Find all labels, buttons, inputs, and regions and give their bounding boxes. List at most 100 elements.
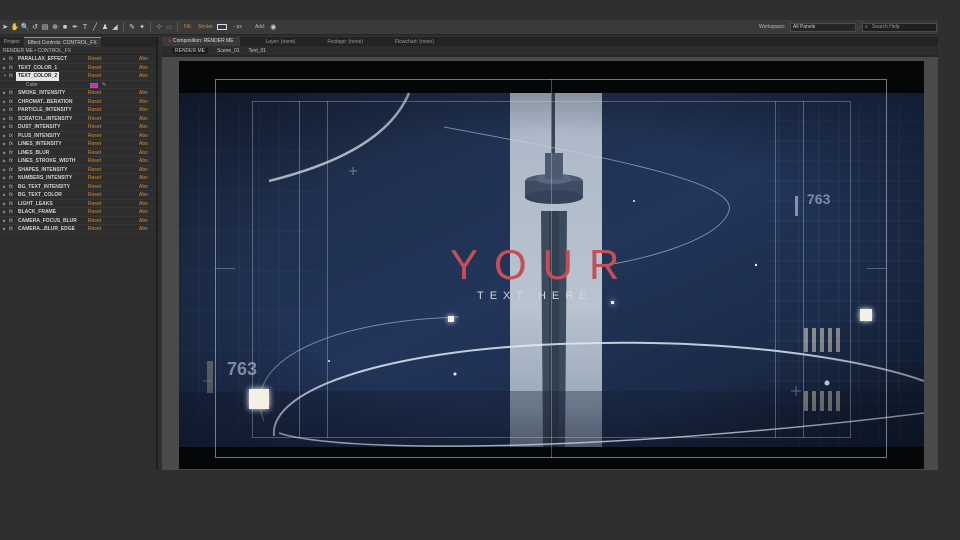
fx-icon[interactable]: fx — [9, 225, 13, 234]
fx-icon[interactable]: fx — [9, 72, 13, 81]
effect-name[interactable]: TEXT_COLOR_2 — [16, 72, 60, 81]
effect-about-link[interactable]: Abo — [139, 217, 148, 226]
twirl-toggle-icon[interactable]: ▶ — [3, 98, 6, 107]
eyedropper-icon[interactable]: ✎ — [102, 81, 106, 90]
effect-about-link[interactable]: Abo — [139, 225, 148, 234]
hand-tool-icon[interactable]: ✋ — [10, 22, 20, 33]
twirl-toggle-icon[interactable]: ▶ — [3, 217, 6, 226]
effect-row[interactable]: ▶ fx CAMERA...BLUR_EDGE Reset Abo — [0, 225, 156, 234]
pan-behind-tool-icon[interactable]: ⊕ — [50, 22, 60, 33]
fx-icon[interactable]: fx — [9, 183, 13, 192]
tab-effect-controls[interactable]: Effect Controls: CONTROL_FX — [23, 37, 101, 47]
effect-row[interactable]: ▶ fx NUMBERS_INTENSITY Reset Abo — [0, 174, 156, 183]
fx-icon[interactable]: fx — [9, 89, 13, 98]
effect-name[interactable]: CAMERA_FOCUS_BLUR — [18, 217, 77, 226]
fill-label[interactable]: Fill: — [184, 24, 192, 30]
breadcrumb-render-me[interactable]: RENDER ME — [172, 47, 209, 54]
fx-icon[interactable]: fx — [9, 191, 13, 200]
effect-reset-link[interactable]: Reset — [88, 191, 101, 200]
effect-reset-link[interactable]: Reset — [88, 149, 101, 158]
effect-about-link[interactable]: Abo — [139, 149, 148, 158]
effect-reset-link[interactable]: Reset — [88, 157, 101, 166]
stroke-width-value[interactable]: - px — [234, 24, 242, 30]
effect-name[interactable]: SHAPES_INTENSITY — [18, 166, 67, 175]
fx-icon[interactable]: fx — [9, 98, 13, 107]
color-swatch[interactable] — [90, 82, 98, 88]
camera-tool-icon[interactable]: ▤ — [40, 22, 50, 33]
roto-brush-tool-icon[interactable]: ✎ — [127, 22, 137, 33]
twirl-toggle-icon[interactable]: ▶ — [3, 115, 6, 124]
tab-composition[interactable]: ■ Composition: RENDER ME — [162, 37, 240, 46]
preview-subtitle-text[interactable]: TEXT HERE — [477, 290, 593, 302]
twirl-toggle-icon[interactable]: ▼ — [3, 72, 7, 81]
effect-row[interactable]: ▶ fx BG_TEXT_INTENSITY Reset Abo — [0, 183, 156, 192]
twirl-toggle-icon[interactable]: ▶ — [3, 106, 6, 115]
twirl-toggle-icon[interactable]: ▶ — [3, 149, 6, 158]
fx-icon[interactable]: fx — [9, 55, 13, 64]
effect-name[interactable]: TEXT_COLOR_1 — [18, 64, 57, 73]
effect-about-link[interactable]: Abo — [139, 200, 148, 209]
selection-tool-icon[interactable]: ➤ — [0, 22, 10, 33]
effect-row[interactable]: ▶ fx LINES_STROKE_WIDTH Reset Abo — [0, 157, 156, 166]
twirl-toggle-icon[interactable]: ▶ — [3, 55, 6, 64]
effect-about-link[interactable]: Abo — [139, 64, 148, 73]
effect-about-link[interactable]: Abo — [139, 98, 148, 107]
effect-row[interactable]: ▶ fx CAMERA_FOCUS_BLUR Reset Abo — [0, 217, 156, 226]
fx-icon[interactable]: fx — [9, 157, 13, 166]
effect-row[interactable]: ▶ fx TEXT_COLOR_1 Reset Abo — [0, 64, 156, 73]
effect-name[interactable]: BLACK_FRAME — [18, 208, 56, 217]
workspace-select[interactable]: All Panels — [790, 23, 856, 32]
fx-icon[interactable]: fx — [9, 166, 13, 175]
effect-about-link[interactable]: Abo — [139, 123, 148, 132]
effect-name[interactable]: SMOKE_INTENSITY — [18, 89, 65, 98]
tab-footage[interactable]: Footage: (none) — [321, 39, 369, 45]
effect-reset-link[interactable]: Reset — [88, 225, 101, 234]
effect-name[interactable]: SCRATCH...INTENSITY — [18, 115, 72, 124]
twirl-toggle-icon[interactable]: ▶ — [3, 208, 6, 217]
twirl-toggle-icon[interactable]: ▶ — [3, 166, 6, 175]
effect-name[interactable]: DUST_INTENSITY — [18, 123, 61, 132]
eraser-tool-icon[interactable]: ◢ — [110, 22, 120, 33]
effect-reset-link[interactable]: Reset — [88, 132, 101, 141]
effect-row[interactable]: ▶ fx SMOKE_INTENSITY Reset Abo — [0, 89, 156, 98]
effect-reset-link[interactable]: Reset — [88, 166, 101, 175]
effect-reset-link[interactable]: Reset — [88, 106, 101, 115]
pen-tool-icon[interactable]: ✒ — [70, 22, 80, 33]
effect-row[interactable]: ▶ fx LIGHT_LEAKS Reset Abo — [0, 200, 156, 209]
effect-reset-link[interactable]: Reset — [88, 200, 101, 209]
brush-tool-icon[interactable]: ╱ — [90, 22, 100, 33]
effect-name[interactable]: CHROMAT...BERATION — [18, 98, 73, 107]
effect-about-link[interactable]: Abo — [139, 115, 148, 124]
effect-reset-link[interactable]: Reset — [88, 55, 101, 64]
effect-row[interactable]: ▶ fx PARALLAX_EFFECT Reset Abo — [0, 55, 156, 64]
breadcrumb-text[interactable]: Text_01 — [249, 48, 267, 54]
stroke-label[interactable]: Stroke: — [198, 24, 214, 30]
effect-row[interactable]: ▶ fx CHROMAT...BERATION Reset Abo — [0, 98, 156, 107]
stroke-color-swatch[interactable] — [216, 24, 227, 30]
effect-name[interactable]: CAMERA...BLUR_EDGE — [18, 225, 75, 234]
rotate-tool-icon[interactable]: ↺ — [30, 22, 40, 33]
fx-icon[interactable]: fx — [9, 106, 13, 115]
effect-about-link[interactable]: Abo — [139, 208, 148, 217]
twirl-toggle-icon[interactable]: ▶ — [3, 157, 6, 166]
fx-icon[interactable]: fx — [9, 64, 13, 73]
breadcrumb-scene[interactable]: Scene_01 — [217, 48, 240, 54]
tab-flowchart[interactable]: Flowchart: (none) — [389, 39, 440, 45]
twirl-toggle-icon[interactable]: ▶ — [3, 140, 6, 149]
effect-reset-link[interactable]: Reset — [88, 64, 101, 73]
twirl-toggle-icon[interactable]: ▶ — [3, 174, 6, 183]
effect-reset-link[interactable]: Reset — [88, 72, 101, 81]
twirl-toggle-icon[interactable]: ▶ — [3, 123, 6, 132]
effect-reset-link[interactable]: Reset — [88, 89, 101, 98]
effect-name[interactable]: BG_TEXT_COLOR — [18, 191, 62, 200]
effect-name[interactable]: BG_TEXT_INTENSITY — [18, 183, 70, 192]
effect-about-link[interactable]: Abo — [139, 132, 148, 141]
effect-reset-link[interactable]: Reset — [88, 115, 101, 124]
twirl-toggle-icon[interactable]: ▶ — [3, 191, 6, 200]
twirl-toggle-icon[interactable]: ▶ — [3, 225, 6, 234]
effect-row[interactable]: ▶ fx BLACK_FRAME Reset Abo — [0, 208, 156, 217]
effect-name[interactable]: LINES_STROKE_WIDTH — [18, 157, 76, 166]
twirl-toggle-icon[interactable]: ▶ — [3, 132, 6, 141]
effect-about-link[interactable]: Abo — [139, 183, 148, 192]
fx-icon[interactable]: fx — [9, 140, 13, 149]
